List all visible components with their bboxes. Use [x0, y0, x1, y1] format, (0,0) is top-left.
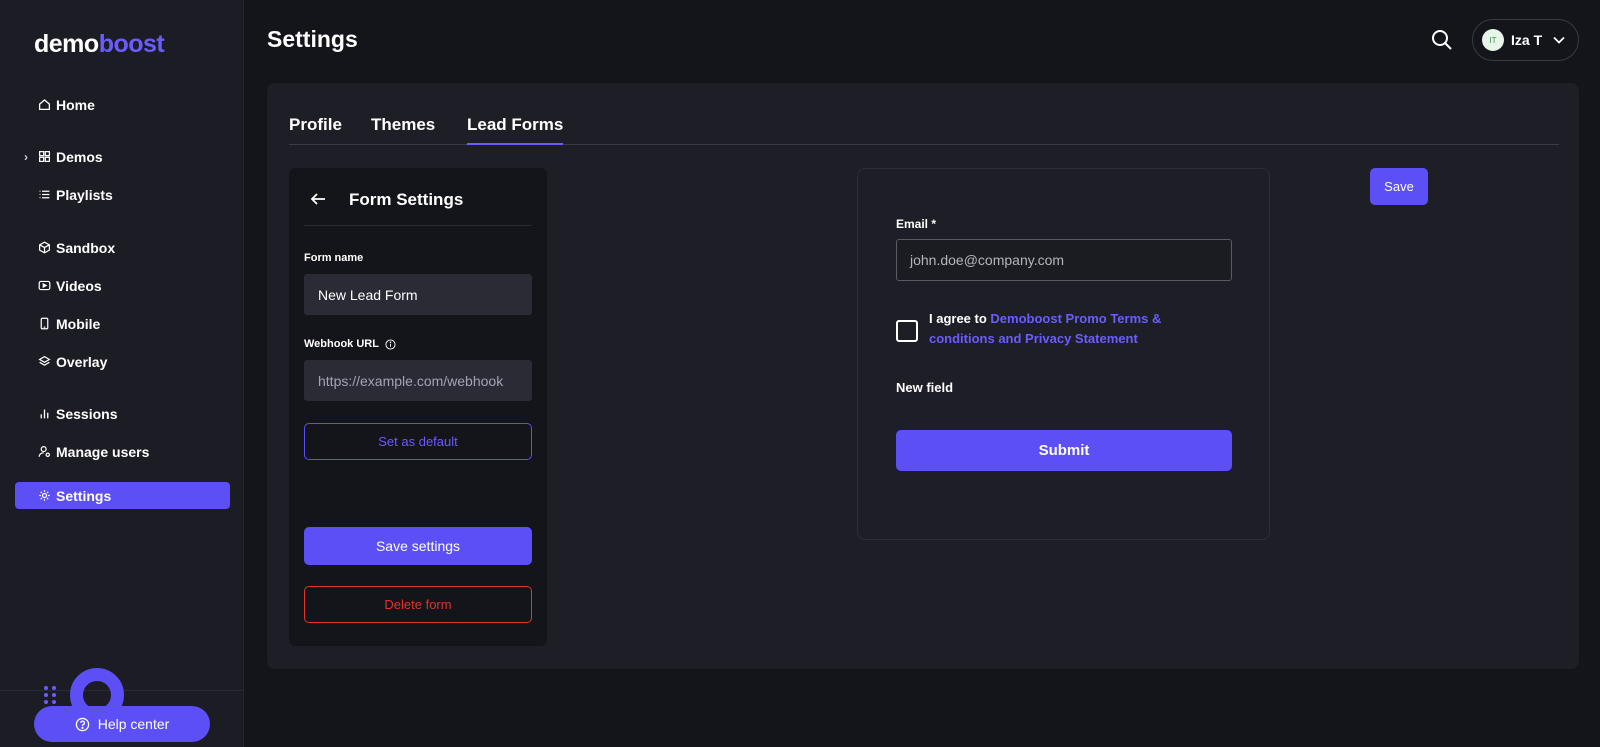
sidebar-item-overlay[interactable]: Overlay: [15, 348, 230, 375]
settings-tabs: Profile Themes Lead Forms: [289, 83, 1559, 145]
logo-text-boost: boost: [98, 30, 165, 58]
chevron-right-icon[interactable]: ›: [24, 150, 28, 164]
help-center-label: Help center: [97, 716, 170, 732]
consent-prefix: I agree to: [929, 311, 991, 326]
webhook-url-label-text: Webhook URL: [304, 338, 379, 350]
info-icon[interactable]: [385, 338, 396, 350]
set-as-default-button[interactable]: Set as default: [304, 423, 532, 460]
sidebar-item-home[interactable]: Home: [15, 91, 230, 118]
sidebar-item-manage-users[interactable]: Manage users: [15, 438, 230, 465]
back-arrow-icon[interactable]: [309, 190, 327, 208]
sidebar-item-settings[interactable]: Settings: [15, 482, 230, 509]
form-name-label: Form name: [304, 252, 363, 264]
gear-icon: [37, 488, 52, 503]
form-name-input[interactable]: New Lead Form: [304, 274, 532, 315]
sidebar-item-label: Mobile: [56, 315, 101, 332]
consent-text: I agree to Demoboost Promo Terms & condi…: [929, 309, 1189, 349]
save-button[interactable]: Save: [1370, 168, 1428, 205]
user-menu[interactable]: IT Iza T: [1472, 19, 1579, 61]
sidebar-item-label: Videos: [56, 277, 102, 294]
submit-button[interactable]: Submit: [896, 430, 1232, 471]
user-gear-icon: [37, 444, 52, 459]
avatar: IT: [1482, 29, 1504, 51]
search-icon[interactable]: [1430, 28, 1454, 52]
form-name-label-text: Form name: [304, 252, 364, 264]
logo-text-demo: demo: [34, 30, 99, 58]
form-preview-card: Email * john.doe@company.com I agree to …: [857, 168, 1270, 540]
email-label: Email *: [896, 217, 937, 231]
sidebar-item-demos[interactable]: › Demos: [15, 143, 230, 170]
sidebar-item-label: Home: [56, 96, 95, 113]
user-name: Iza T: [1511, 32, 1543, 48]
form-settings-header: Form Settings: [304, 190, 532, 226]
home-icon: [37, 97, 52, 112]
sidebar-item-mobile[interactable]: Mobile: [15, 310, 230, 337]
tab-themes[interactable]: Themes: [371, 115, 435, 143]
mobile-icon: [37, 316, 52, 331]
sidebar-item-label: Playlists: [56, 186, 113, 203]
sidebar-item-label: Sessions: [56, 405, 118, 422]
help-icon: [75, 717, 89, 731]
settings-panel: Profile Themes Lead Forms Form Settings …: [267, 83, 1579, 669]
video-icon: [37, 278, 52, 293]
sidebar-item-sessions[interactable]: Sessions: [15, 400, 230, 427]
form-settings-card: Form Settings Form name New Lead Form We…: [289, 168, 547, 646]
list-icon: [37, 187, 52, 202]
drag-handle-icon[interactable]: [43, 685, 57, 705]
sidebar: demoboost Home › Demos Playlists Sandbox…: [0, 0, 244, 747]
tab-profile[interactable]: Profile: [289, 115, 342, 143]
sidebar-item-label: Manage users: [56, 443, 150, 460]
app-logo[interactable]: demoboost: [34, 30, 165, 59]
sidebar-item-label: Settings: [56, 487, 112, 504]
save-settings-button[interactable]: Save settings: [304, 527, 532, 565]
grid-icon: [37, 149, 52, 164]
sidebar-item-label: Sandbox: [56, 239, 116, 256]
layers-icon: [37, 354, 52, 369]
sidebar-item-sandbox[interactable]: Sandbox: [15, 234, 230, 261]
page-title: Settings: [267, 26, 358, 52]
chevron-down-icon: [1553, 36, 1565, 44]
sidebar-item-label: Demos: [56, 148, 103, 165]
consent-checkbox[interactable]: [896, 320, 918, 342]
cube-icon: [37, 240, 52, 255]
email-field[interactable]: john.doe@company.com: [896, 239, 1232, 281]
new-field-label: New field: [896, 380, 954, 395]
bar-chart-icon: [37, 406, 52, 421]
delete-form-button[interactable]: Delete form: [304, 586, 532, 623]
help-center-button[interactable]: Help center: [34, 706, 210, 742]
webhook-url-input[interactable]: https://example.com/webhook: [304, 360, 532, 401]
form-settings-title: Form Settings: [349, 190, 464, 209]
webhook-url-label: Webhook URL: [304, 338, 396, 350]
sidebar-item-label: Overlay: [56, 353, 108, 370]
sidebar-item-videos[interactable]: Videos: [15, 272, 230, 299]
tab-lead-forms[interactable]: Lead Forms: [467, 115, 564, 145]
sidebar-item-playlists[interactable]: Playlists: [15, 181, 230, 208]
